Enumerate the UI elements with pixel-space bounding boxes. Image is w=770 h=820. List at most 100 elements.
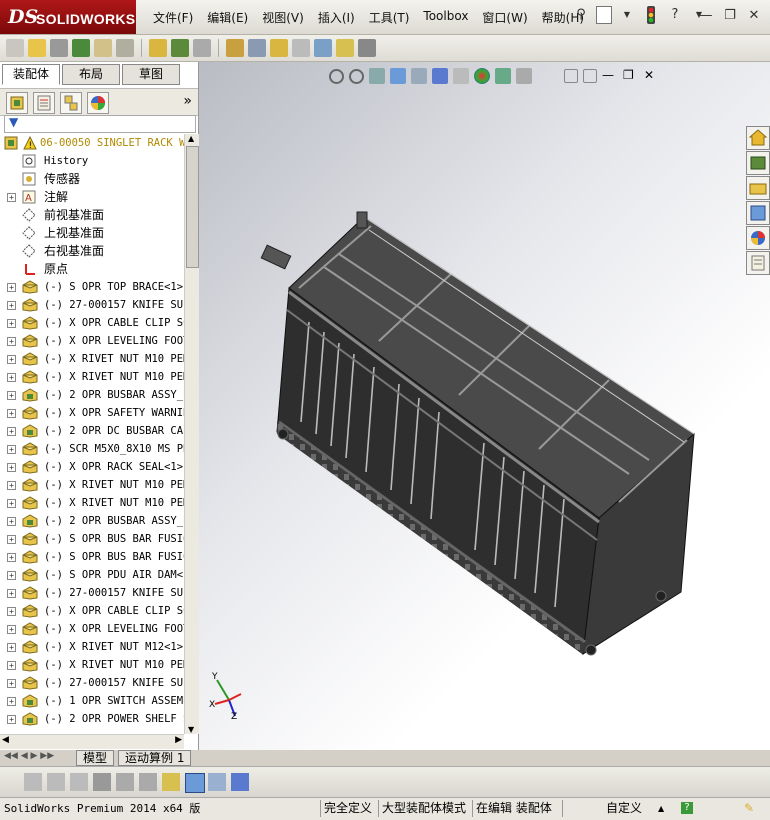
expand-toggle[interactable]: + (7, 499, 16, 508)
tree-item[interactable]: + (-) X RIVET NUT M10 PEM (0, 494, 184, 512)
expand-toggle[interactable]: + (7, 697, 16, 706)
tree-item[interactable]: 上视基准面 (0, 224, 184, 242)
show-hidden-icon[interactable] (149, 39, 167, 57)
assembly-features-icon[interactable] (171, 39, 189, 57)
expand-toggle[interactable]: + (7, 481, 16, 490)
bill-of-materials-icon[interactable] (248, 39, 266, 57)
expand-toggle[interactable]: + (7, 517, 16, 526)
tree-item[interactable]: ! 06-00050 SINGLET RACK W: (0, 134, 184, 152)
appearances-icon[interactable] (746, 226, 770, 250)
tree-item[interactable]: + (-) 27-000157 KNIFE SUP (0, 584, 184, 602)
feature-manager-icon[interactable] (6, 92, 28, 114)
graphics-area[interactable]: — ❐ ✕ Y X Z (199, 62, 770, 750)
tree-item[interactable]: + (-) X RIVET NUT M10 PEM (0, 368, 184, 386)
motion-tool-icon[interactable] (116, 773, 134, 791)
home-icon[interactable] (746, 126, 770, 150)
tree-item[interactable]: + (-) S OPR BUS BAR FUSIO (0, 548, 184, 566)
hole-alignment-icon[interactable] (358, 39, 376, 57)
status-help[interactable]: ? (681, 802, 693, 814)
cube-view-icon[interactable] (185, 773, 205, 793)
design-library-icon[interactable] (746, 151, 770, 175)
explode-line-sketch-icon[interactable] (292, 39, 310, 57)
tree-item[interactable]: + (-) 2 OPR DC BUSBAR CAB (0, 422, 184, 440)
tree-item[interactable]: + (-) S OPR PDU AIR DAM<1 (0, 566, 184, 584)
file-explorer-icon[interactable] (746, 176, 770, 200)
tree-item[interactable]: + (-) 2 OPR BUSBAR ASSY_B (0, 386, 184, 404)
expand-toggle[interactable]: + (7, 715, 16, 724)
expand-toggle[interactable]: + (7, 589, 16, 598)
menu-file[interactable]: 文件(F) (146, 9, 200, 26)
expand-toggle[interactable]: + (7, 607, 16, 616)
property-manager-icon[interactable] (33, 92, 55, 114)
tree-item[interactable]: 原点 (0, 260, 184, 278)
new-document-icon[interactable] (596, 6, 612, 24)
close-icon[interactable]: ✕ (746, 8, 762, 24)
scroll-down-icon[interactable]: ▼ (188, 725, 194, 734)
component-pattern-icon[interactable] (72, 39, 90, 57)
tree-item[interactable]: + A 注解 (0, 188, 184, 206)
new-motion-study-icon[interactable] (226, 39, 244, 57)
menu-insert[interactable]: 插入(I) (311, 9, 362, 26)
expand-toggle[interactable]: + (7, 445, 16, 454)
help-icon[interactable]: ? (666, 6, 684, 24)
expand-toggle[interactable]: + (7, 553, 16, 562)
motion-tool-icon[interactable] (139, 773, 157, 791)
tree-item[interactable]: + (-) 2 OPR BUSBAR ASSY_B (0, 512, 184, 530)
display-manager-icon[interactable] (87, 92, 109, 114)
rack-3d-model[interactable] (199, 62, 770, 750)
menu-window[interactable]: 窗口(W) (475, 9, 534, 26)
menu-tools[interactable]: 工具(T) (362, 9, 417, 26)
tree-item[interactable]: 右视基准面 (0, 242, 184, 260)
tree-item[interactable]: + (-) X RIVET NUT M10 PEM (0, 656, 184, 674)
tree-item[interactable]: + (-) S OPR TOP BRACE<1> (0, 278, 184, 296)
expand-toggle[interactable]: + (7, 571, 16, 580)
tree-item[interactable]: 传感器 (0, 170, 184, 188)
tree-item[interactable]: + (-) SCR M5X0_8X10 MS PN (0, 440, 184, 458)
reference-geometry-icon[interactable] (193, 39, 211, 57)
scroll-left-icon[interactable]: ◀ (2, 735, 9, 745)
tree-item[interactable]: + (-) 27-000157 KNIFE SUP (0, 674, 184, 692)
tree-item[interactable]: + (-) X OPR CABLE CLIP SC (0, 602, 184, 620)
expand-toggle[interactable]: + (7, 337, 16, 346)
pin-icon[interactable]: ⚲ (572, 6, 590, 24)
solidworks-logo[interactable]: DS SOLIDWORKS (0, 0, 136, 34)
expand-panel-icon[interactable]: » (183, 93, 192, 109)
tree-item[interactable]: + (-) 27-000157 KNIFE SUP (0, 296, 184, 314)
tab-layout[interactable]: 布局 (62, 64, 120, 85)
scroll-up-icon[interactable]: ▲ (188, 134, 194, 143)
tab-motion-study[interactable]: 运动算例 1 (118, 750, 192, 766)
tree-item[interactable]: History (0, 152, 184, 170)
view-palette-icon[interactable] (746, 201, 770, 225)
expand-toggle[interactable]: + (7, 427, 16, 436)
tree-item[interactable]: + (-) 1 OPR SWITCH ASSEMB (0, 692, 184, 710)
motion-tool-icon[interactable] (47, 773, 65, 791)
status-units[interactable]: 自定义 (606, 800, 642, 817)
exploded-view-icon[interactable] (270, 39, 288, 57)
move-component-icon[interactable] (116, 39, 134, 57)
tree-item[interactable]: + (-) X OPR LEVELING FOOT (0, 620, 184, 638)
insert-component-icon[interactable] (28, 39, 46, 57)
tree-item[interactable]: + (-) S OPR BUS BAR FUSIO (0, 530, 184, 548)
expand-toggle[interactable]: + (7, 679, 16, 688)
expand-toggle[interactable]: + (7, 301, 16, 310)
expand-toggle[interactable]: + (7, 463, 16, 472)
expand-toggle[interactable]: + (7, 193, 16, 202)
interference-detection-icon[interactable] (314, 39, 332, 57)
expand-toggle[interactable]: + (7, 409, 16, 418)
tree-item[interactable]: + (-) 2 OPR POWER SHELF S (0, 710, 184, 728)
menu-edit[interactable]: 编辑(E) (200, 9, 255, 26)
tree-item[interactable]: + (-) X OPR RACK SEAL<1> (0, 458, 184, 476)
scroll-right-icon[interactable]: ▶ (175, 735, 182, 745)
custom-properties-icon[interactable] (746, 251, 770, 275)
save-view-icon[interactable] (231, 773, 249, 791)
configuration-manager-icon[interactable] (60, 92, 82, 114)
rebuild-icon[interactable]: ✎ (744, 800, 754, 817)
tab-model[interactable]: 模型 (76, 750, 115, 766)
tree-item[interactable]: 前视基准面 (0, 206, 184, 224)
expand-toggle[interactable]: + (7, 373, 16, 382)
motion-tool-icon[interactable] (24, 773, 42, 791)
tree-item[interactable]: + (-) X RIVET NUT M10 PEM (0, 476, 184, 494)
expand-toggle[interactable]: + (7, 355, 16, 364)
tree-item[interactable]: + (-) X RIVET NUT M10 PEM (0, 350, 184, 368)
menu-toolbox[interactable]: Toolbox (416, 9, 475, 26)
